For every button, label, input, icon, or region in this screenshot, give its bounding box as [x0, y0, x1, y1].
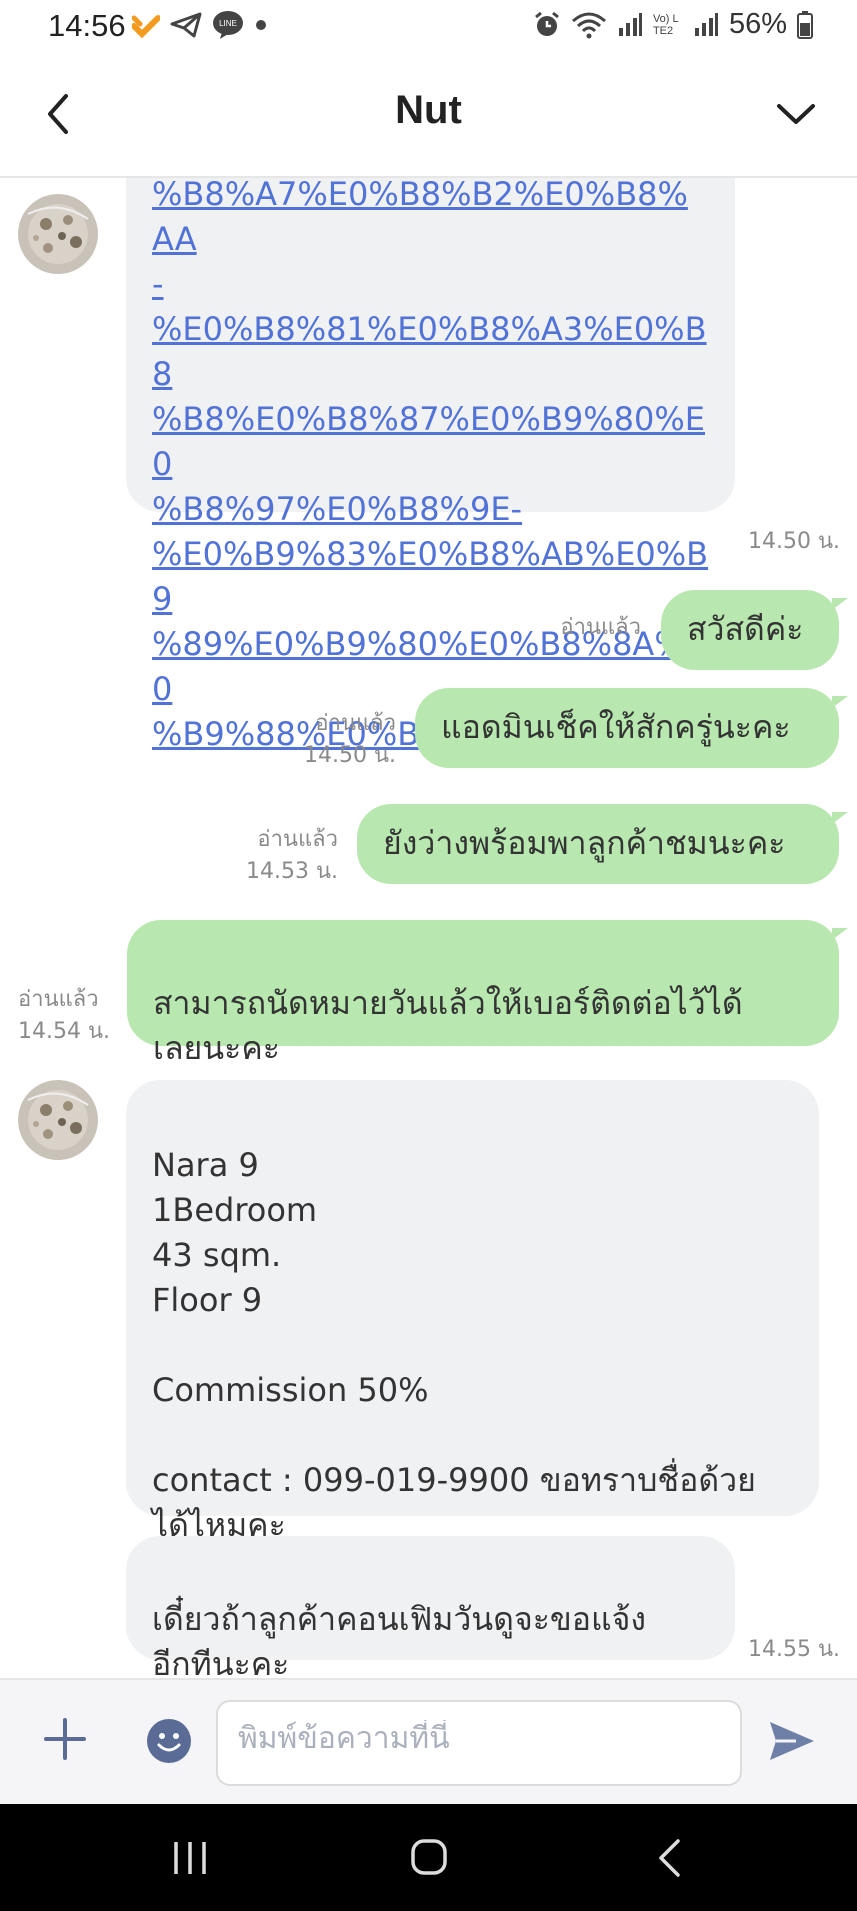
battery-percent: 56%: [728, 8, 787, 40]
read-receipt: อ่านแล้ว: [18, 987, 99, 1012]
avatar[interactable]: [18, 194, 98, 274]
status-right: Vo) LTE2 56%: [533, 8, 813, 41]
plus-icon[interactable]: [44, 1718, 86, 1760]
back-icon[interactable]: [656, 1838, 682, 1878]
wifi-icon: [571, 12, 606, 38]
signal-icon: [694, 12, 718, 36]
recent-apps-icon[interactable]: [170, 1840, 210, 1876]
message-bubble-outgoing[interactable]: แอดมินเช็คให้สักครู่นะคะ: [415, 688, 839, 768]
message-text: สวัสดีค่ะ: [687, 610, 804, 648]
message-input[interactable]: [236, 1720, 726, 1757]
bubble-tail: [832, 598, 848, 610]
avatar-image: [18, 194, 98, 274]
message-input-bar: [0, 1678, 857, 1806]
message-time: 14.50 น.: [303, 743, 396, 768]
message-time: 14.50 น.: [748, 529, 841, 554]
message-time: 14.53 น.: [245, 859, 338, 884]
message-bubble-incoming[interactable]: เดี๋ยวถ้าลูกค้าคอนเฟิมวันดูจะขอแจ้ง อีกท…: [126, 1536, 735, 1678]
read-receipt: อ่านแล้ว: [560, 615, 641, 640]
message-text: ยังว่างพร้อมพาลูกค้าชมนะคะ: [383, 824, 786, 862]
bubble-tail: [832, 928, 848, 940]
signal-icon: [618, 12, 642, 36]
message-time: 14.54 น.: [18, 1019, 111, 1044]
volte-icon: Vo) LTE2: [652, 12, 679, 37]
message-time: 14.55 น.: [748, 1637, 841, 1662]
message-text: เดี๋ยวถ้าลูกค้าคอนเฟิมวันดูจะขอแจ้ง อีกท…: [152, 1600, 646, 1678]
message-text: Nara 9 1Bedroom 43 sqm. Floor 9 Commissi…: [152, 1146, 756, 1544]
message-bubble-link[interactable]: %B8%A7%E0%B8%B2%E0%B8%AA - %E0%B8%81%E0%…: [126, 178, 735, 753]
svg-text:LINE: LINE: [219, 19, 237, 28]
message-bubble-incoming[interactable]: Nara 9 1Bedroom 43 sqm. Floor 9 Commissi…: [126, 1080, 819, 1544]
telegram-icon: [170, 12, 202, 38]
message-link[interactable]: %B8%A7%E0%B8%B2%E0%B8%AA - %E0%B8%81%E0%…: [152, 178, 709, 757]
emoji-icon[interactable]: [146, 1718, 192, 1764]
bubble-tail: [832, 812, 848, 824]
notification-app-icon: [132, 15, 160, 38]
avatar[interactable]: [18, 1080, 98, 1160]
message-bubble-outgoing[interactable]: สวัสดีค่ะ: [661, 590, 839, 670]
message-input-field[interactable]: [216, 1700, 742, 1786]
send-icon[interactable]: [768, 1718, 816, 1764]
alarm-icon: [535, 11, 559, 36]
status-time: 14:56: [48, 8, 126, 43]
message-list[interactable]: %B8%A7%E0%B8%B2%E0%B8%AA - %E0%B8%81%E0%…: [0, 178, 857, 1678]
chevron-down-icon[interactable]: [773, 96, 819, 132]
message-text: แอดมินเช็คให้สักครู่นะคะ: [441, 708, 791, 746]
message-text: สามารถนัดหมายวันแล้วให้เบอร์ติดต่อไว้ได้…: [153, 984, 743, 1067]
read-receipt: อ่านแล้ว: [315, 711, 396, 736]
message-bubble-outgoing[interactable]: สามารถนัดหมายวันแล้วให้เบอร์ติดต่อไว้ได้…: [127, 920, 839, 1067]
message-bubble-outgoing[interactable]: ยังว่างพร้อมพาลูกค้าชมนะคะ: [357, 804, 839, 884]
read-receipt: อ่านแล้ว: [257, 827, 338, 852]
line-icon: LINE: [213, 11, 243, 39]
status-bar: 14:56 LINE Vo) LTE2 56%: [0, 0, 857, 52]
system-nav-bar: [0, 1804, 857, 1911]
notification-icons: LINE: [132, 10, 268, 40]
chat-title: Nut: [395, 88, 462, 132]
chat-header: Nut: [0, 52, 857, 178]
avatar-image: [18, 1080, 98, 1160]
dot-icon: [256, 20, 266, 30]
home-icon[interactable]: [410, 1838, 448, 1876]
bubble-tail: [832, 696, 848, 708]
battery-icon: [797, 10, 813, 39]
